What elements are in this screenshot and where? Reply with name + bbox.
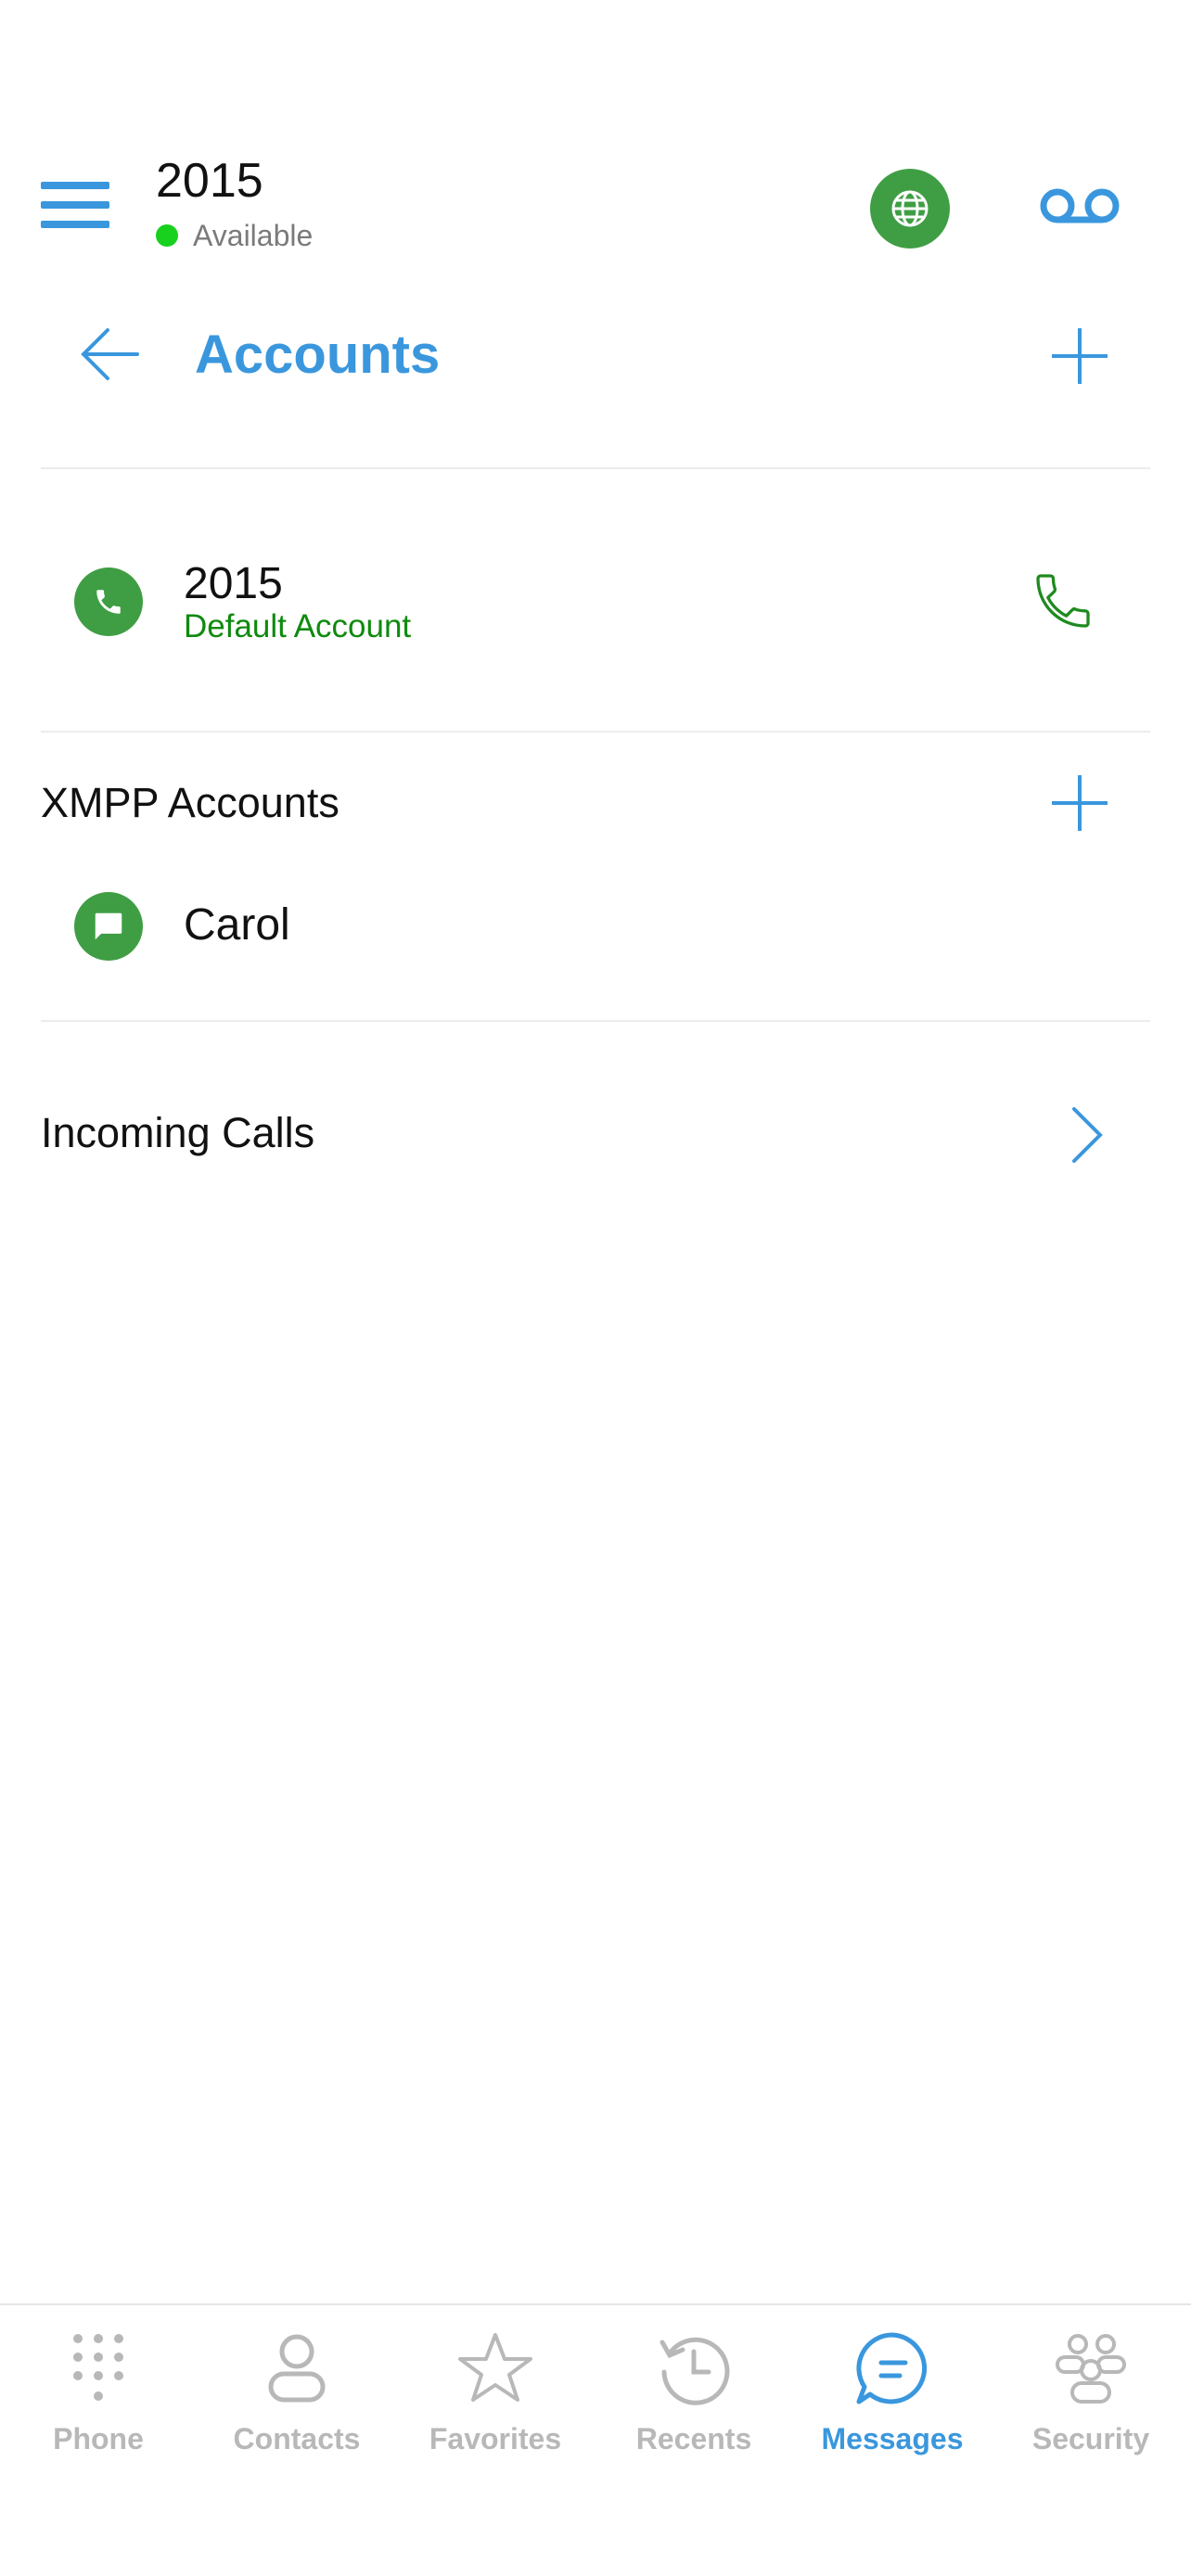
nav-contacts[interactable]: Contacts [204,2329,390,2478]
nav-label: Messages [821,2422,964,2455]
hamburger-menu-icon[interactable] [41,180,113,230]
globe-icon [891,190,928,227]
nav-label: Contacts [233,2422,361,2455]
xmpp-section-title: XMPP Accounts [41,779,339,826]
status-label: Available [193,218,314,252]
app-screen: 2015 Available Accounts 2015 Default Acc… [0,0,1191,2576]
add-xmpp-account-button[interactable] [1046,770,1113,836]
status-dot-icon [156,224,178,247]
incoming-calls-row[interactable]: Incoming Calls [41,1098,1150,1172]
chat-bubble-icon [856,2332,928,2404]
star-icon [458,2333,532,2402]
nav-favorites[interactable]: Favorites [403,2329,588,2478]
nav-phone[interactable]: Phone [6,2329,191,2478]
nav-label: Phone [53,2422,144,2455]
group-icon [1056,2334,1126,2404]
person-icon [268,2334,326,2403]
presence-status[interactable]: Available [156,219,313,252]
plus-icon [1052,775,1108,831]
nav-messages[interactable]: Messages [800,2329,985,2478]
history-icon [660,2337,730,2405]
divider [41,467,1150,469]
page-title: Accounts [195,325,441,385]
account-default-label: Default Account [184,608,412,644]
account-phone-icon [74,567,143,636]
plus-icon [1052,328,1108,384]
back-button[interactable] [74,319,145,389]
incoming-calls-label: Incoming Calls [41,1109,315,1156]
nav-label: Favorites [429,2422,562,2455]
divider [41,731,1150,733]
divider [41,1020,1150,1022]
chevron-right-icon [1072,1107,1103,1163]
current-user-name: 2015 [156,154,263,208]
voicemail-icon [1040,188,1120,223]
xmpp-account-name[interactable]: Carol [184,898,290,953]
bottom-nav: Phone Contacts Favorites Recents Message… [0,2303,1191,2576]
phone-outline-icon [1036,574,1090,628]
add-account-button[interactable] [1046,323,1113,389]
nav-recents[interactable]: Recents [601,2329,787,2478]
globe-button[interactable] [870,169,950,249]
nav-security[interactable]: Security [998,2329,1184,2478]
dialpad-icon [73,2334,123,2401]
nav-label: Recents [635,2422,752,2455]
voicemail-button[interactable] [1039,180,1121,232]
account-name[interactable]: 2015 [184,558,283,610]
chat-icon [74,892,143,961]
arrow-left-icon [81,328,139,380]
nav-label: Security [1031,2422,1150,2455]
call-button[interactable] [1030,567,1096,634]
